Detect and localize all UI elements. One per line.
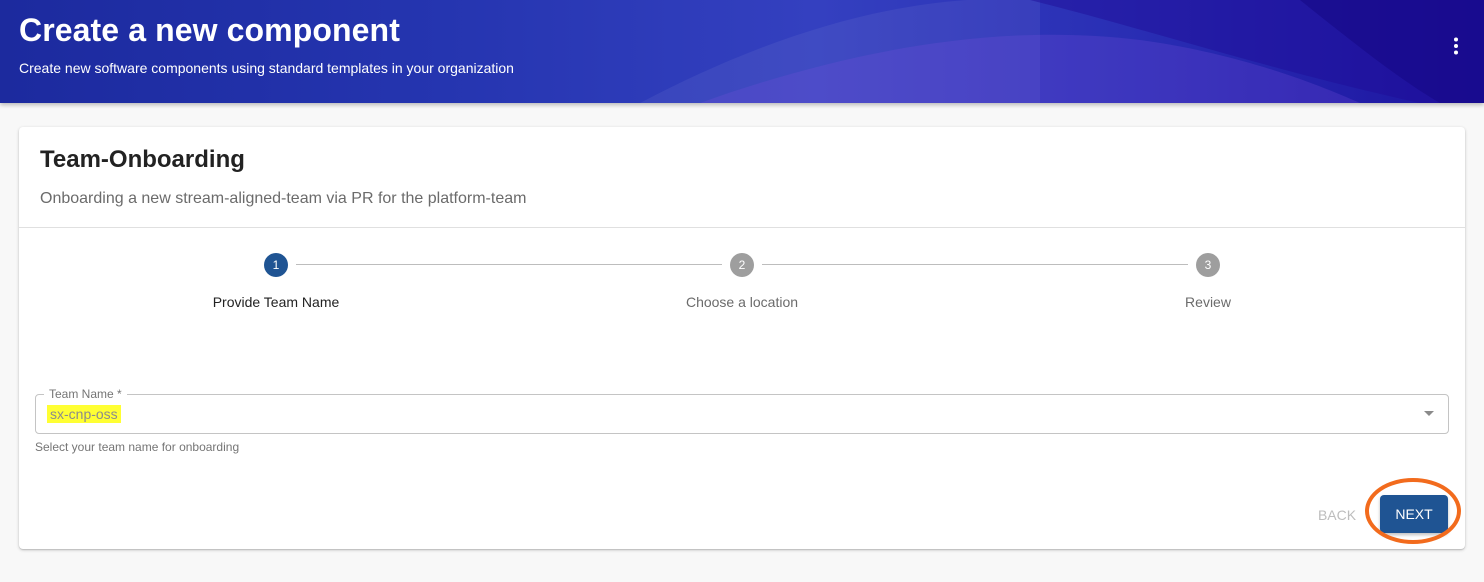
template-description: Onboarding a new stream-aligned-team via… (40, 190, 527, 207)
back-button[interactable]: BACK (1309, 502, 1365, 528)
step-2-label: Choose a location (685, 294, 799, 310)
step-1-number: 1 (272, 258, 280, 272)
template-title: Team-Onboarding (40, 146, 245, 173)
chevron-down-icon[interactable] (1424, 411, 1434, 416)
team-name-label: Team Name * (44, 387, 127, 401)
step-3-label: Review (1185, 294, 1231, 310)
stepper-connector-1 (296, 264, 722, 265)
step-1-circle: 1 (264, 253, 288, 277)
team-name-value: sx-cnp-oss (47, 405, 121, 423)
next-button[interactable]: NEXT (1380, 495, 1448, 533)
step-3-number: 3 (1204, 258, 1212, 272)
step-2-circle: 2 (730, 253, 754, 277)
page-header: Create a new component Create new softwa… (0, 0, 1484, 103)
step-2-number: 2 (738, 258, 746, 272)
kebab-vertical-icon (1454, 37, 1458, 55)
kebab-menu-button[interactable] (1444, 34, 1468, 58)
team-name-select[interactable]: Team Name * sx-cnp-oss (35, 387, 1449, 434)
page-title: Create a new component (19, 12, 400, 48)
template-card: Team-Onboarding Onboarding a new stream-… (19, 127, 1465, 549)
card-divider (19, 227, 1465, 228)
page-subtitle: Create new software components using sta… (19, 60, 514, 76)
step-1-label: Provide Team Name (212, 294, 340, 310)
step-3-circle: 3 (1196, 253, 1220, 277)
stepper-connector-2 (762, 264, 1188, 265)
team-name-helper-text: Select your team name for onboarding (35, 440, 240, 454)
